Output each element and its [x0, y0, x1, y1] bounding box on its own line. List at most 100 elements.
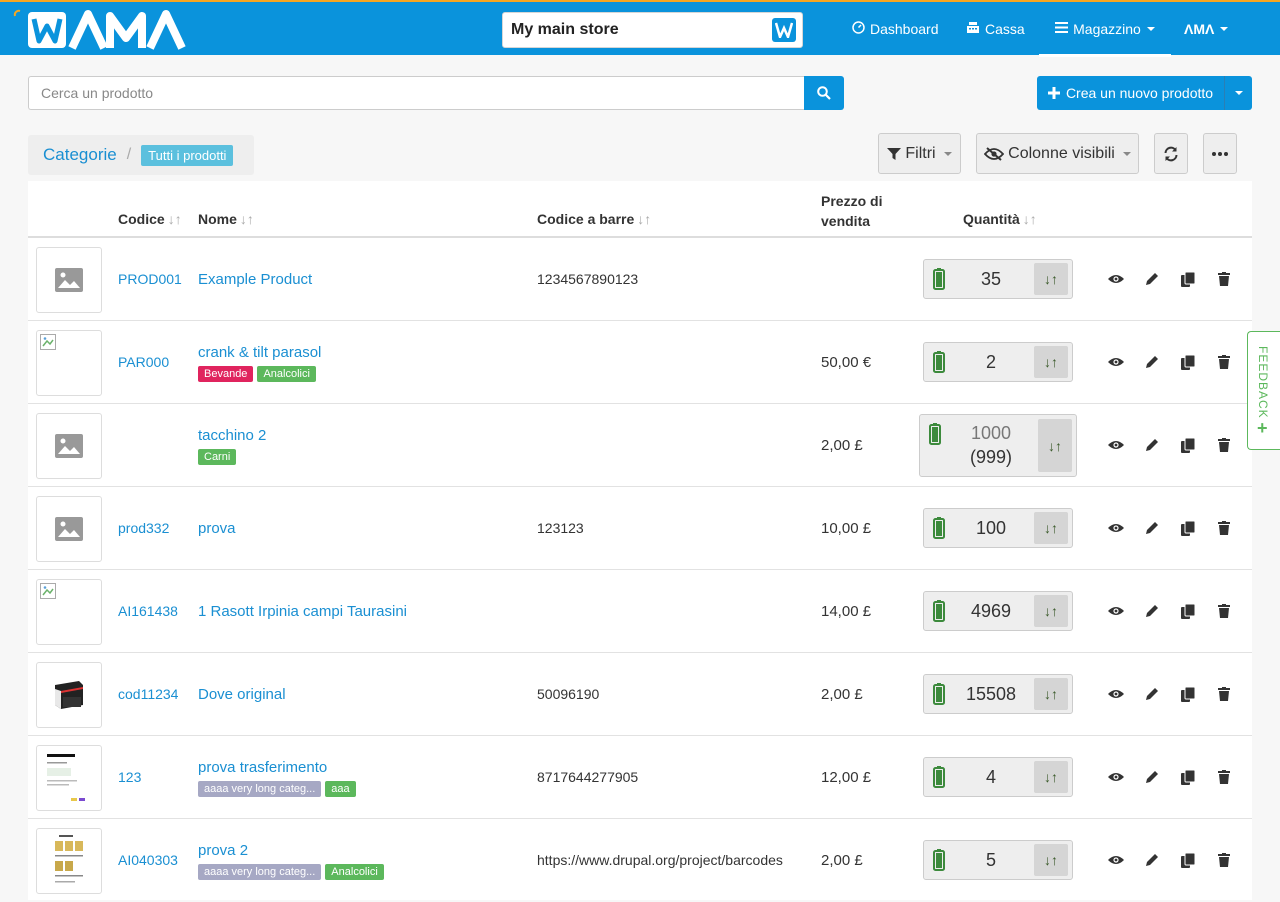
stock-movement-button[interactable]: ↓↑ [1038, 419, 1072, 472]
view-icon[interactable] [1108, 852, 1124, 868]
duplicate-icon[interactable] [1180, 686, 1196, 702]
product-name[interactable]: prova trasferimento [198, 759, 327, 776]
product-name[interactable]: tacchino 2 [198, 427, 266, 444]
stock-movement-button[interactable]: ↓↑ [1034, 346, 1068, 378]
trash-icon[interactable] [1216, 769, 1232, 785]
edit-icon[interactable] [1144, 520, 1160, 536]
duplicate-icon[interactable] [1180, 271, 1196, 287]
duplicate-icon[interactable] [1180, 852, 1196, 868]
feedback-tab[interactable]: FEEDBACK + [1247, 331, 1280, 450]
view-icon[interactable] [1108, 603, 1124, 619]
create-product-dropdown[interactable] [1224, 76, 1252, 110]
store-selector[interactable]: My main store [502, 12, 803, 48]
view-icon[interactable] [1108, 437, 1124, 453]
stock-movement-button[interactable]: ↓↑ [1034, 512, 1068, 544]
create-product-label: Crea un nuovo prodotto [1065, 85, 1214, 101]
category-tag[interactable]: aaaa very long categ... [198, 781, 322, 797]
nav-dashboard[interactable]: Dashboard [852, 2, 939, 55]
product-name[interactable]: Example Product [198, 271, 312, 288]
product-code[interactable]: cod11234 [118, 686, 178, 702]
duplicate-icon[interactable] [1180, 354, 1196, 370]
product-name[interactable]: Dove original [198, 686, 286, 703]
view-icon[interactable] [1108, 769, 1124, 785]
column-name[interactable]: Nome ↓↑ [198, 211, 254, 227]
edit-icon[interactable] [1144, 603, 1160, 619]
product-name[interactable]: 1 Rasott Irpinia campi Taurasini [198, 603, 407, 620]
stock-movement-button[interactable]: ↓↑ [1034, 595, 1068, 627]
product-thumbnail[interactable] [36, 496, 102, 562]
product-thumbnail[interactable] [36, 745, 102, 811]
plus-icon [1047, 87, 1060, 99]
view-icon[interactable] [1108, 354, 1124, 370]
wama-logo[interactable] [12, 8, 192, 52]
product-thumbnail[interactable] [36, 247, 102, 313]
edit-icon[interactable] [1144, 437, 1160, 453]
product-thumbnail[interactable] [36, 828, 102, 894]
product-name[interactable]: prova 2 [198, 842, 248, 859]
trash-icon[interactable] [1216, 520, 1232, 536]
create-product-button[interactable]: Crea un nuovo prodotto [1037, 76, 1252, 110]
trash-icon[interactable] [1216, 354, 1232, 370]
product-code[interactable]: PROD001 [118, 271, 182, 287]
nav-magazzino[interactable]: Magazzino [1039, 2, 1171, 57]
product-name[interactable]: crank & tilt parasol [198, 344, 321, 361]
product-code[interactable]: prod332 [118, 520, 169, 536]
view-icon[interactable] [1108, 520, 1124, 536]
quantity-value: 15508 [965, 683, 1017, 704]
duplicate-icon[interactable] [1180, 603, 1196, 619]
view-icon[interactable] [1108, 686, 1124, 702]
row-actions [1108, 769, 1232, 785]
breadcrumb-categories[interactable]: Categorie [43, 145, 117, 165]
edit-icon[interactable] [1144, 354, 1160, 370]
column-code[interactable]: Codice ↓↑ [118, 211, 182, 227]
product-code[interactable]: AI040303 [118, 852, 178, 868]
nav-cassa[interactable]: Cassa [966, 2, 1025, 55]
product-thumbnail[interactable] [36, 413, 102, 479]
trash-icon[interactable] [1216, 603, 1232, 619]
category-tag[interactable]: Analcolici [325, 864, 384, 880]
edit-icon[interactable] [1144, 271, 1160, 287]
edit-icon[interactable] [1144, 769, 1160, 785]
table-row: PAR000 crank & tilt parasol Bevande Anal… [28, 321, 1252, 404]
plus-icon: + [1257, 418, 1268, 438]
duplicate-icon[interactable] [1180, 769, 1196, 785]
product-thumbnail[interactable] [36, 330, 102, 396]
stock-movement-button[interactable]: ↓↑ [1034, 263, 1068, 295]
product-code[interactable]: AI161438 [118, 603, 178, 619]
quantity-value: 4969 [970, 600, 1012, 621]
stock-movement-button[interactable]: ↓↑ [1034, 844, 1068, 876]
product-name[interactable]: prova [198, 520, 236, 537]
view-icon[interactable] [1108, 271, 1124, 287]
trash-icon[interactable] [1216, 686, 1232, 702]
product-code[interactable]: PAR000 [118, 354, 169, 370]
trash-icon[interactable] [1216, 437, 1232, 453]
edit-icon[interactable] [1144, 852, 1160, 868]
chevron-down-icon [1220, 26, 1229, 31]
duplicate-icon[interactable] [1180, 520, 1196, 536]
battery-icon [933, 600, 945, 622]
column-barcode[interactable]: Codice a barre ↓↑ [537, 211, 651, 227]
stock-movement-button[interactable]: ↓↑ [1034, 678, 1068, 710]
product-thumbnail[interactable] [36, 579, 102, 645]
category-tag[interactable]: Carni [198, 449, 237, 465]
filters-button[interactable]: Filtri [878, 133, 961, 174]
product-code[interactable]: 123 [118, 769, 141, 785]
column-quantity[interactable]: Quantità ↓↑ [963, 211, 1037, 227]
trash-icon[interactable] [1216, 271, 1232, 287]
edit-icon[interactable] [1144, 686, 1160, 702]
trash-icon[interactable] [1216, 852, 1232, 868]
more-options-button[interactable] [1203, 133, 1237, 174]
create-product-main[interactable]: Crea un nuovo prodotto [1037, 85, 1224, 101]
product-thumbnail[interactable] [36, 662, 102, 728]
visible-columns-button[interactable]: Colonne visibili [976, 133, 1139, 174]
category-tag[interactable]: aaaa very long categ... [198, 864, 322, 880]
category-tag[interactable]: aaa [325, 781, 356, 797]
category-tag[interactable]: Analcolici [257, 366, 316, 382]
stock-movement-button[interactable]: ↓↑ [1034, 761, 1068, 793]
refresh-button[interactable] [1154, 133, 1188, 174]
search-button[interactable] [804, 76, 844, 110]
search-input[interactable] [28, 76, 804, 110]
duplicate-icon[interactable] [1180, 437, 1196, 453]
user-menu[interactable]: ɅMɅ [1184, 2, 1229, 55]
category-tag[interactable]: Bevande [198, 366, 254, 382]
